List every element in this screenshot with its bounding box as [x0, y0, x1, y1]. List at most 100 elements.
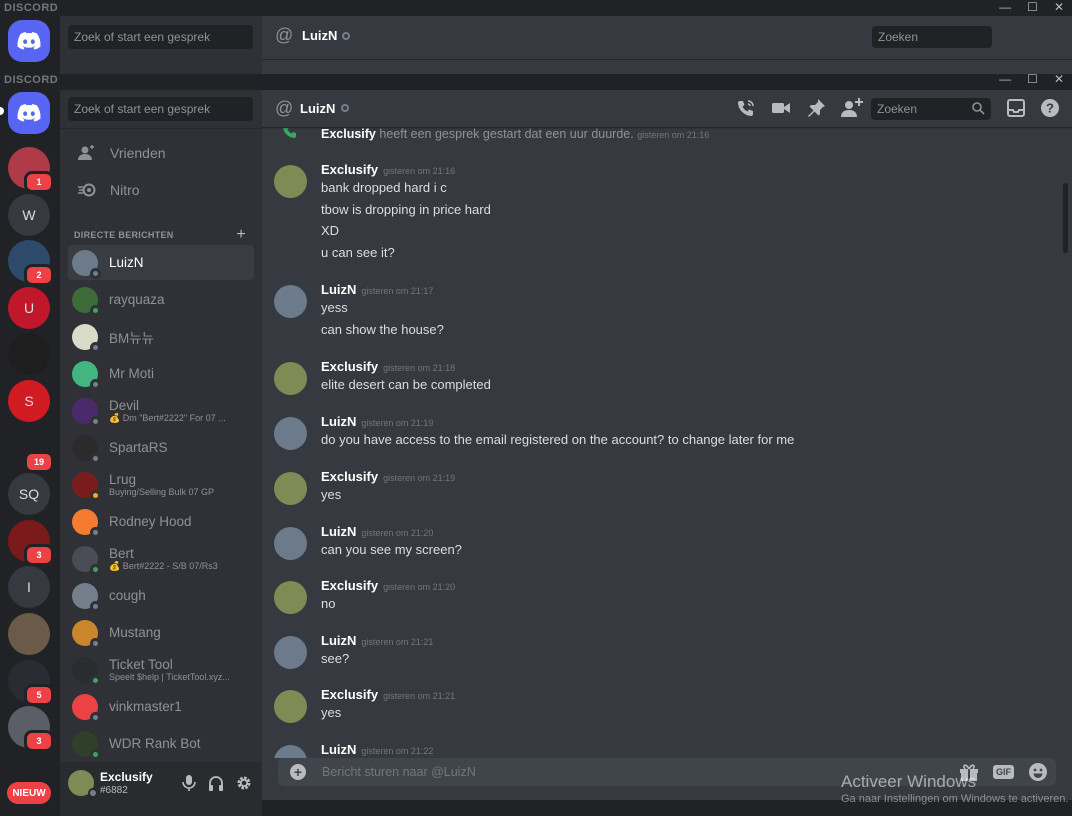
message-avatar[interactable]: [274, 581, 307, 614]
scrollbar-thumb[interactable]: [1063, 183, 1068, 253]
new-button[interactable]: NIEUW: [7, 782, 51, 804]
message-author[interactable]: Exclusify: [321, 687, 378, 702]
message-header: Exclusify gisteren om 21:21: [321, 687, 455, 702]
avatar: [72, 434, 101, 464]
nav-friends[interactable]: Vrienden: [68, 135, 254, 171]
search-icon: [972, 102, 985, 115]
emoji-icon[interactable]: [1028, 762, 1048, 782]
status-dot: [90, 378, 101, 390]
server-icon-10[interactable]: I: [8, 566, 50, 608]
server-initials: I: [27, 579, 31, 595]
conversation-search-input[interactable]: Zoek of start een gesprek: [68, 97, 253, 121]
dm-item[interactable]: Ticket Tool Speelt $help | TicketTool.xyz…: [68, 652, 254, 687]
settings-gear-icon[interactable]: [236, 775, 252, 791]
minimize-button[interactable]: —: [999, 0, 1011, 16]
server-icon-2[interactable]: W: [8, 194, 50, 236]
message-author[interactable]: LuizN: [321, 633, 356, 648]
dm-item[interactable]: BM뉴뉴: [68, 319, 254, 354]
message-avatar[interactable]: [274, 165, 307, 198]
server-icon-5[interactable]: [8, 333, 50, 375]
message-avatar[interactable]: [274, 636, 307, 669]
voice-call-icon[interactable]: [736, 98, 756, 118]
message-author[interactable]: Exclusify: [321, 469, 378, 484]
nitro-icon: [78, 183, 96, 197]
avatar: [72, 323, 101, 353]
maximize-button[interactable]: ☐: [1027, 0, 1038, 16]
pin-icon[interactable]: [806, 98, 826, 118]
server-icon-4[interactable]: U: [8, 287, 50, 329]
message-author[interactable]: Exclusify: [321, 162, 378, 177]
dm-section-header: DIRECTE BERICHTEN +: [74, 226, 246, 244]
home-button[interactable]: [8, 20, 50, 62]
dm-activity: 💰 Bert#2222 - S/B 07/Rs3: [109, 560, 218, 571]
add-friend-icon[interactable]: [841, 98, 863, 118]
titlebar: DISCORD — ☐ ✕: [0, 72, 1072, 88]
nav-friends-label: Vrienden: [110, 145, 166, 161]
home-button[interactable]: [8, 92, 50, 134]
message-author[interactable]: LuizN: [321, 742, 356, 757]
dm-item[interactable]: rayquaza: [68, 282, 254, 317]
chat-search-input[interactable]: Zoeken: [871, 98, 991, 120]
server-icon-13[interactable]: 3: [8, 706, 54, 752]
user-tag: #6882: [100, 785, 128, 796]
dm-item[interactable]: LuizN: [68, 245, 254, 280]
message-avatar[interactable]: [274, 745, 307, 758]
gif-icon[interactable]: GIF: [993, 765, 1014, 779]
dm-item[interactable]: Mustang: [68, 615, 254, 650]
system-author[interactable]: Exclusify: [321, 128, 376, 141]
message-author[interactable]: Exclusify: [321, 359, 378, 374]
nav-nitro[interactable]: Nitro: [68, 172, 254, 208]
server-icon-9[interactable]: 3: [8, 520, 54, 566]
friends-icon: [78, 145, 94, 160]
create-dm-icon[interactable]: +: [236, 226, 246, 244]
dm-item[interactable]: Lrug Buying/Selling Bulk 07 GP: [68, 467, 254, 502]
microphone-icon[interactable]: [182, 775, 196, 791]
message-header: Exclusify gisteren om 21:19: [321, 469, 455, 484]
close-button[interactable]: ✕: [1054, 72, 1064, 86]
server-initials: W: [22, 207, 36, 223]
dm-item[interactable]: vinkmaster1: [68, 689, 254, 724]
dm-item[interactable]: Rodney Hood: [68, 504, 254, 539]
help-icon[interactable]: ?: [1040, 98, 1060, 118]
message-list: Exclusify heeft een gesprek gestart dat …: [262, 128, 1072, 758]
message-avatar[interactable]: [274, 690, 307, 723]
message-author[interactable]: LuizN: [321, 414, 356, 429]
dm-item[interactable]: Devil 💰 Dm "Bert#2222" For 07 ...: [68, 393, 254, 428]
message-author[interactable]: LuizN: [321, 524, 356, 539]
message-text: can show the house?: [321, 321, 444, 337]
mention-badge: 2: [24, 264, 54, 286]
dm-item[interactable]: WDR Rank Bot: [68, 726, 254, 761]
headphones-icon[interactable]: [208, 775, 224, 791]
server-icon-11[interactable]: [8, 613, 50, 655]
server-icon-7[interactable]: 19: [8, 427, 54, 473]
upload-plus-icon[interactable]: +: [290, 764, 306, 780]
minimize-button[interactable]: —: [999, 72, 1011, 86]
maximize-button[interactable]: ☐: [1027, 72, 1038, 86]
chat-recipient-name[interactable]: LuizN: [300, 101, 335, 116]
dm-item[interactable]: Mr Moti: [68, 356, 254, 391]
bg-search-input[interactable]: Zoek of start een gesprek: [68, 25, 253, 49]
message-avatar[interactable]: [274, 362, 307, 395]
server-icon-1[interactable]: 1: [8, 147, 54, 193]
dm-item[interactable]: SpartaRS: [68, 430, 254, 465]
server-icon-3[interactable]: 2: [8, 240, 54, 286]
server-icon-8[interactable]: SQ: [8, 473, 50, 515]
message-avatar[interactable]: [274, 527, 307, 560]
video-call-icon[interactable]: [771, 98, 791, 118]
message-avatar[interactable]: [274, 285, 307, 318]
message-text: u can see it?: [321, 244, 395, 260]
close-button[interactable]: ✕: [1054, 0, 1064, 16]
server-icon-12[interactable]: 5: [8, 660, 54, 706]
message-author[interactable]: LuizN: [321, 282, 356, 297]
message-avatar[interactable]: [274, 472, 307, 505]
dm-item[interactable]: Bert 💰 Bert#2222 - S/B 07/Rs3: [68, 541, 254, 576]
inbox-icon[interactable]: [1006, 98, 1026, 118]
message-timestamp: gisteren om 21:19: [383, 473, 456, 483]
status-dot: [90, 489, 101, 501]
message-author[interactable]: Exclusify: [321, 578, 378, 593]
dm-item[interactable]: cough: [68, 578, 254, 613]
dm-name: Devil: [109, 397, 140, 413]
message-avatar[interactable]: [274, 417, 307, 450]
bg-search[interactable]: Zoeken: [872, 26, 992, 48]
server-icon-6[interactable]: S: [8, 380, 50, 422]
